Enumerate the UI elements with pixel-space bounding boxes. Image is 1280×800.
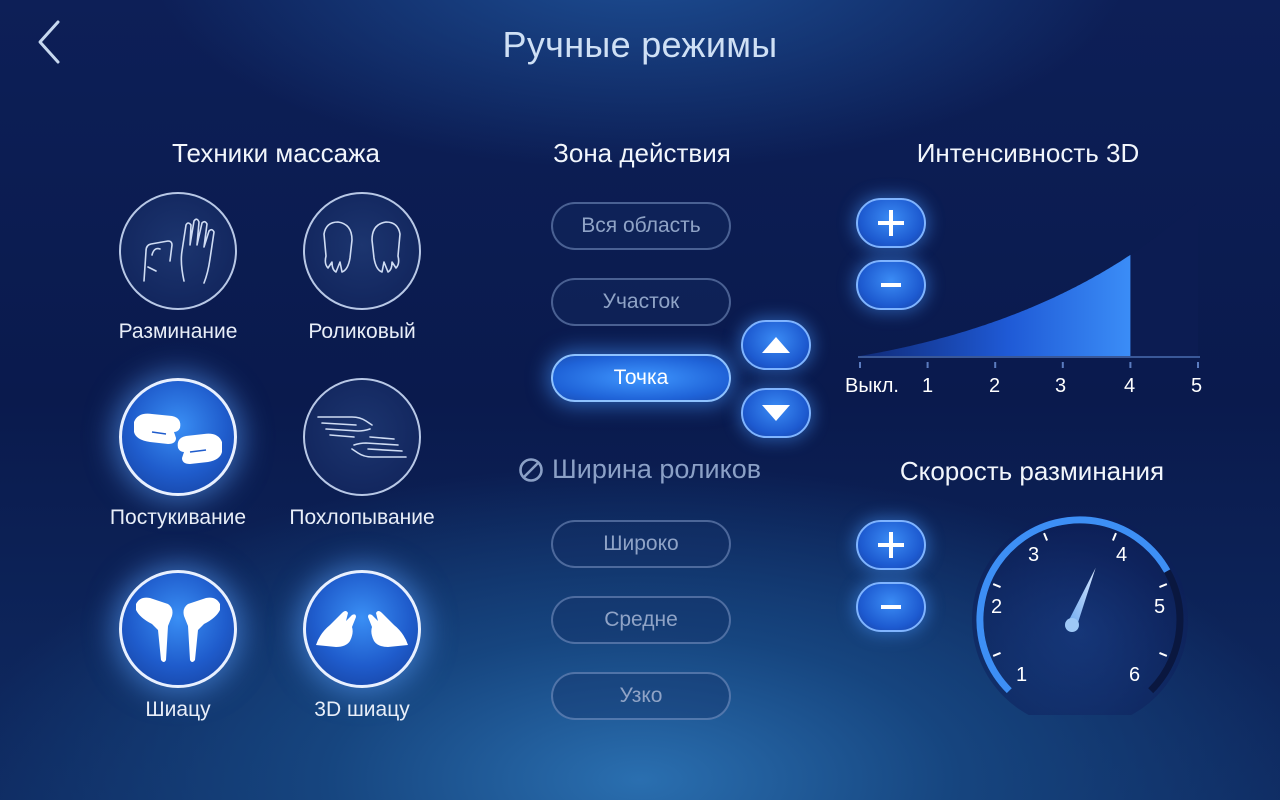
shiatsu-fingers-icon <box>136 597 220 662</box>
technique-circle <box>119 192 237 310</box>
minus-icon <box>881 605 901 609</box>
roller-width-medium[interactable]: Средне <box>551 596 731 644</box>
roller-width-narrow[interactable]: Узко <box>551 672 731 720</box>
zone-option-area[interactable]: Участок <box>551 278 731 326</box>
3d-shiatsu-hands-icon <box>316 611 408 647</box>
speed-tick-1: 1 <box>1016 664 1028 686</box>
speed-tick-4: 4 <box>1116 544 1128 566</box>
roller-width-wide[interactable]: Широко <box>551 520 731 568</box>
triangle-down-icon <box>762 405 790 421</box>
intensity-tick-1: 1 <box>922 375 934 397</box>
page-title: Ручные режимы <box>502 24 778 65</box>
clapping-hands-icon <box>317 416 407 458</box>
technique-circle <box>119 378 237 496</box>
technique-circle <box>119 570 237 688</box>
zone-option-point[interactable]: Точка <box>551 354 731 402</box>
rolling-hands-icon <box>323 221 401 273</box>
technique-rolling[interactable]: Роликовый <box>252 192 472 344</box>
intensity-graph <box>858 202 1200 368</box>
speed-needle-hub <box>1065 618 1079 632</box>
technique-label: Похлопывание <box>289 506 435 529</box>
speed-tick-6: 6 <box>1129 664 1141 686</box>
technique-3d-shiatsu[interactable]: 3D шиацу <box>252 570 472 722</box>
speed-tick-5: 5 <box>1154 596 1166 618</box>
speed-tick-2: 2 <box>991 596 1003 618</box>
tapping-fists-icon <box>134 413 222 464</box>
zone-up-button[interactable] <box>741 320 811 370</box>
intensity-tick-2: 2 <box>989 375 1001 397</box>
zone-down-button[interactable] <box>741 388 811 438</box>
technique-circle <box>303 192 421 310</box>
techniques-title: Техники массажа <box>172 138 380 168</box>
triangle-up-icon <box>762 337 790 353</box>
plus-icon <box>878 532 904 558</box>
speed-minus-button[interactable] <box>856 582 926 632</box>
technique-label: Роликовый <box>308 320 416 343</box>
speed-tick-3: 3 <box>1028 544 1040 566</box>
roller-width-label: Ширина роликов <box>552 454 762 484</box>
technique-circle <box>303 378 421 496</box>
disabled-icon <box>519 457 543 482</box>
intensity-tick-3: 3 <box>1055 375 1067 397</box>
intensity-tick-off: Выкл. <box>845 375 899 397</box>
intensity-fill <box>860 254 1131 356</box>
intensity-tick-4: 4 <box>1124 375 1136 397</box>
zone-option-all[interactable]: Вся область <box>551 202 731 250</box>
technique-clapping[interactable]: Похлопывание <box>252 378 472 530</box>
speed-plus-button[interactable] <box>856 520 926 570</box>
roller-width-title: Ширина роликов <box>518 454 778 485</box>
speed-title: Скорость разминания <box>899 456 1165 486</box>
zone-title: Зона действия <box>553 138 731 168</box>
intensity-title: Интенсивность 3D <box>916 138 1140 168</box>
kneading-hands-icon <box>143 218 215 284</box>
technique-label: 3D шиацу <box>314 698 410 721</box>
intensity-tick-5: 5 <box>1191 375 1203 397</box>
technique-circle <box>303 570 421 688</box>
